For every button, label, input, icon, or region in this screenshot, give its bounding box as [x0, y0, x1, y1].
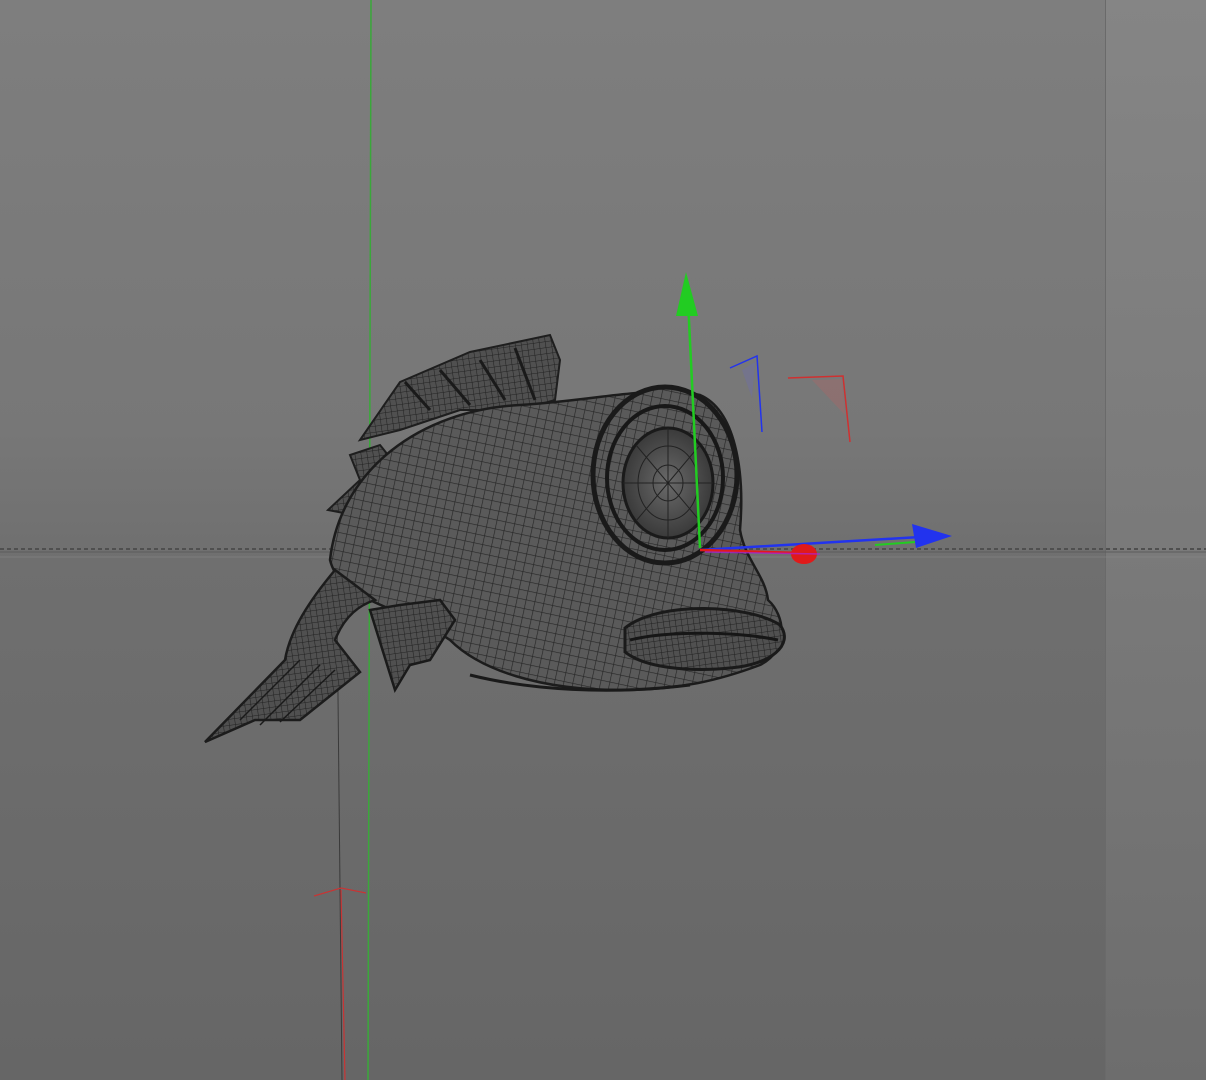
- viewport-scene[interactable]: [0, 0, 1206, 1080]
- plane-handle-icon[interactable]: [787, 375, 851, 443]
- arrow-right-icon[interactable]: [912, 524, 952, 548]
- fish-mesh[interactable]: [204, 333, 786, 744]
- arrow-up-icon[interactable]: [676, 272, 698, 316]
- 3d-viewport[interactable]: [0, 0, 1206, 1080]
- pelvic-fin[interactable]: [368, 598, 457, 694]
- tail-fin[interactable]: [204, 568, 378, 744]
- fish-lips[interactable]: [623, 607, 786, 671]
- plane-handle-icon[interactable]: [729, 354, 763, 433]
